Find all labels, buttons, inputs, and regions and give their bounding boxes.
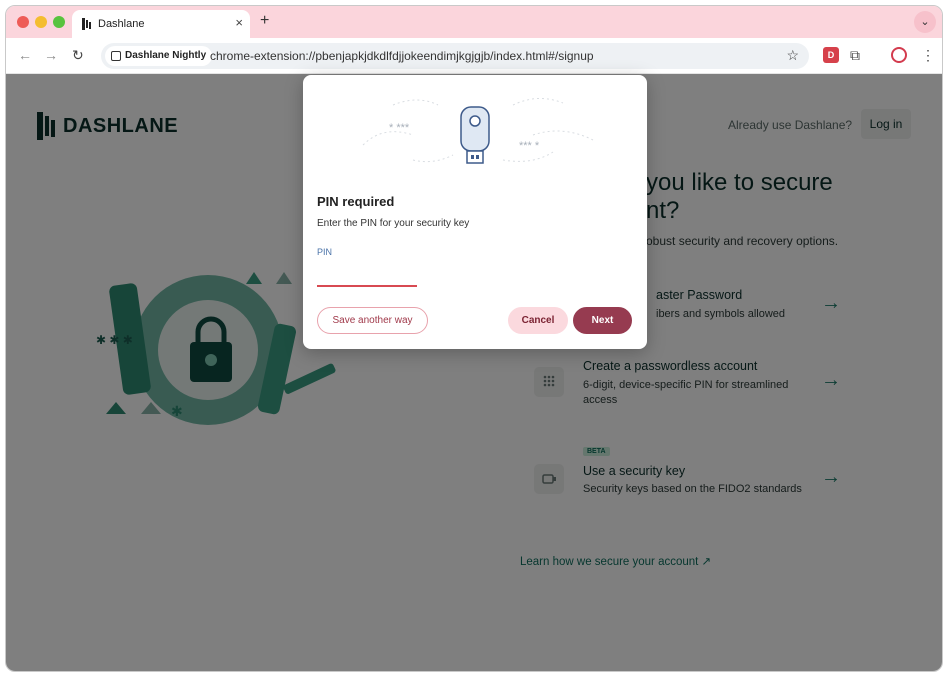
kebab-menu-icon[interactable]: ⋮: [920, 47, 936, 63]
art-mask-right: *** *: [519, 140, 540, 152]
tab-strip: Dashlane × + ⌄: [6, 6, 942, 38]
close-window-button[interactable]: [17, 16, 29, 28]
url-text[interactable]: chrome-extension://pbenjapkjdkdlfdjjokee…: [210, 49, 594, 63]
tab-close-icon[interactable]: ×: [235, 15, 243, 30]
star-icon[interactable]: ☆: [786, 47, 799, 64]
pin-label: PIN: [317, 247, 333, 257]
extension-puzzle-icon: [111, 51, 121, 61]
reload-icon[interactable]: ↻: [72, 47, 84, 64]
dashlane-extension-icon[interactable]: D: [823, 47, 839, 63]
address-bar[interactable]: Dashlane Nightly chrome-extension://pben…: [101, 43, 809, 69]
tab-search-button[interactable]: ⌄: [914, 11, 936, 33]
pin-input[interactable]: [317, 259, 417, 287]
cancel-button[interactable]: Cancel: [508, 307, 568, 334]
dashlane-favicon-icon: [82, 18, 91, 30]
dialog-title: PIN required: [317, 194, 395, 209]
browser-toolbar: ← → ↻ Dashlane Nightly chrome-extension:…: [6, 38, 942, 74]
forward-arrow-icon[interactable]: →: [44, 47, 58, 63]
extension-chip[interactable]: Dashlane Nightly: [105, 46, 213, 66]
tab-dashlane[interactable]: Dashlane ×: [72, 10, 250, 38]
minimize-window-button[interactable]: [35, 16, 47, 28]
security-key-illustration: * *** *** *: [362, 98, 594, 164]
profile-icon[interactable]: [891, 47, 907, 63]
pin-required-dialog: * *** *** * PIN required Enter the PIN f…: [303, 75, 647, 349]
save-another-way-button[interactable]: Save another way: [317, 307, 428, 334]
back-arrow-icon[interactable]: ←: [18, 47, 32, 63]
signup-page: DASHLANE Already use Dashlane? Log in yo…: [6, 74, 942, 671]
browser-window: Dashlane × + ⌄ ← → ↻ Dashlane Nightly ch…: [5, 5, 943, 672]
puzzle-icon[interactable]: ⧉: [850, 47, 866, 63]
art-mask-left: * ***: [389, 122, 410, 134]
dialog-description: Enter the PIN for your security key: [317, 218, 470, 229]
next-button[interactable]: Next: [573, 307, 632, 334]
extension-chip-label: Dashlane Nightly: [125, 50, 207, 61]
maximize-window-button[interactable]: [53, 16, 65, 28]
tab-title: Dashlane: [98, 18, 145, 30]
new-tab-button[interactable]: +: [260, 12, 269, 30]
